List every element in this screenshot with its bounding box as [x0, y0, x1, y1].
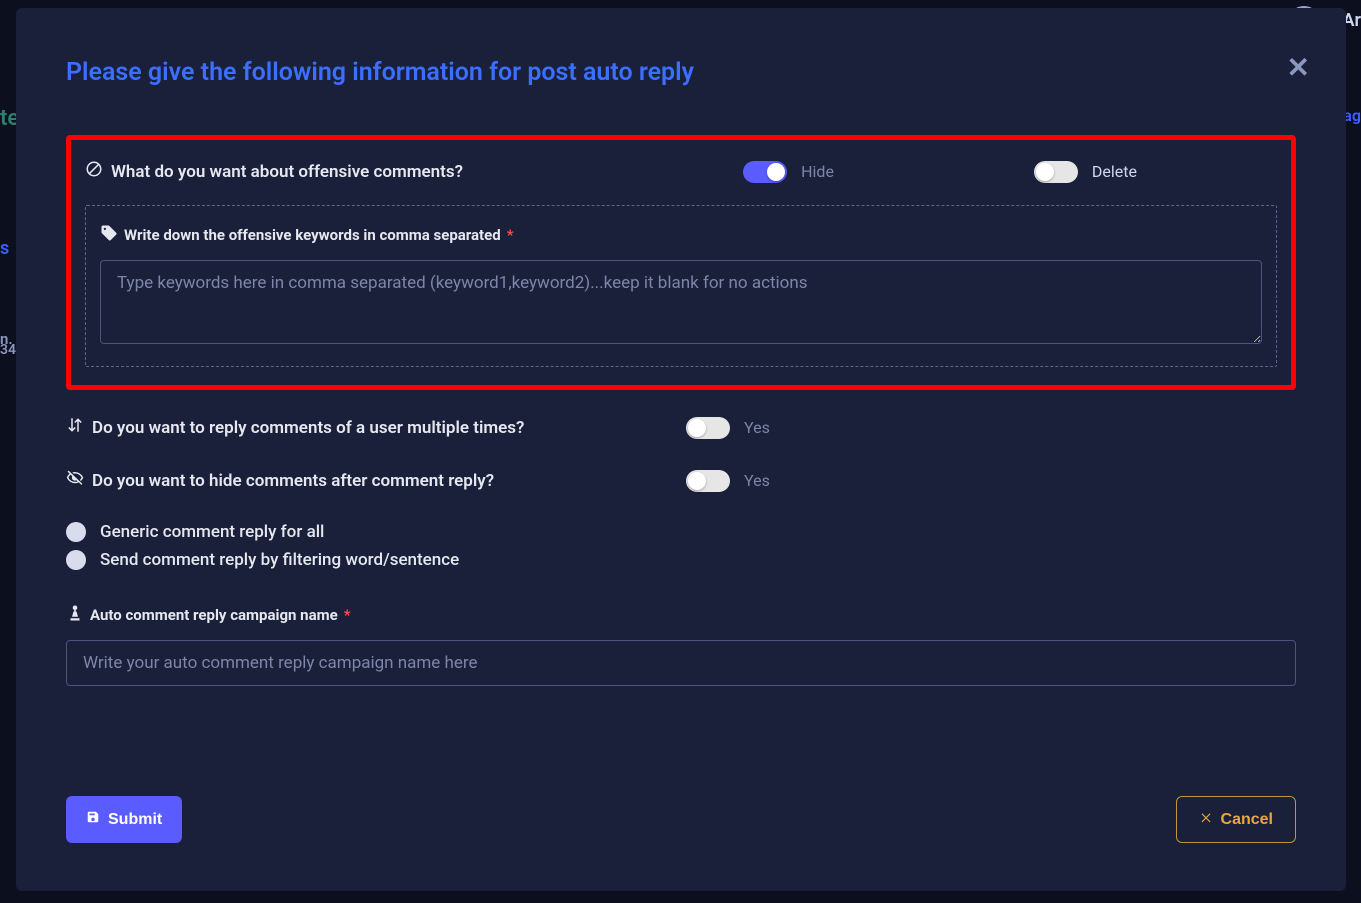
close-icon: ✕ [1287, 51, 1310, 84]
campaign-name-label-text: Auto comment reply campaign name [90, 606, 338, 624]
offensive-keywords-box: Write down the offensive keywords in com… [85, 205, 1277, 367]
reply-mode-filter-label: Send comment reply by filtering word/sen… [100, 550, 459, 570]
close-button[interactable]: ✕ [1287, 54, 1310, 82]
bg-text-fragment: 34 [0, 342, 16, 358]
hide-after-reply-toggle[interactable] [686, 470, 730, 492]
close-icon [1199, 810, 1213, 829]
cancel-button-label: Cancel [1221, 811, 1273, 829]
save-icon [86, 810, 100, 829]
hide-after-reply-text: Do you want to hide comments after comme… [92, 471, 494, 491]
hide-toggle[interactable] [743, 161, 787, 183]
offensive-keywords-label-text: Write down the offensive keywords in com… [124, 226, 501, 244]
submit-button-label: Submit [108, 811, 162, 829]
reply-mode-generic-label: Generic comment reply for all [100, 522, 324, 542]
tag-icon [100, 224, 118, 246]
delete-toggle-label: Delete [1092, 162, 1137, 181]
reply-mode-generic-radio[interactable] [66, 522, 86, 542]
delete-toggle[interactable] [1034, 161, 1078, 183]
offensive-keywords-input[interactable] [100, 260, 1262, 344]
auto-reply-modal: ✕ Please give the following information … [16, 8, 1346, 891]
bg-text-fragment: s [0, 238, 9, 259]
hide-toggle-label: Hide [801, 162, 834, 181]
reply-multiple-text: Do you want to reply comments of a user … [92, 418, 524, 438]
submit-button[interactable]: Submit [66, 796, 182, 843]
reply-multiple-yes-label: Yes [744, 418, 770, 437]
eye-slash-icon [66, 469, 84, 492]
modal-title: Please give the following information fo… [66, 58, 1296, 87]
campaign-name-input[interactable] [66, 640, 1296, 686]
offensive-section-highlight: What do you want about offensive comment… [66, 135, 1296, 390]
offensive-question-label: What do you want about offensive comment… [85, 160, 463, 183]
campaign-name-label: Auto comment reply campaign name * [66, 604, 1296, 626]
offensive-keywords-label: Write down the offensive keywords in com… [100, 224, 1262, 246]
reply-multiple-toggle[interactable] [686, 417, 730, 439]
cancel-button[interactable]: Cancel [1176, 796, 1296, 843]
ban-icon [85, 160, 103, 183]
reply-mode-filter-radio[interactable] [66, 550, 86, 570]
sort-icon [66, 416, 84, 439]
required-marker: * [507, 226, 514, 244]
offensive-question-text: What do you want about offensive comment… [111, 162, 463, 182]
reply-multiple-label: Do you want to reply comments of a user … [66, 416, 686, 439]
hide-after-reply-label: Do you want to hide comments after comme… [66, 469, 686, 492]
hide-after-reply-yes-label: Yes [744, 471, 770, 490]
required-marker: * [344, 606, 351, 624]
pawn-icon [66, 604, 84, 626]
